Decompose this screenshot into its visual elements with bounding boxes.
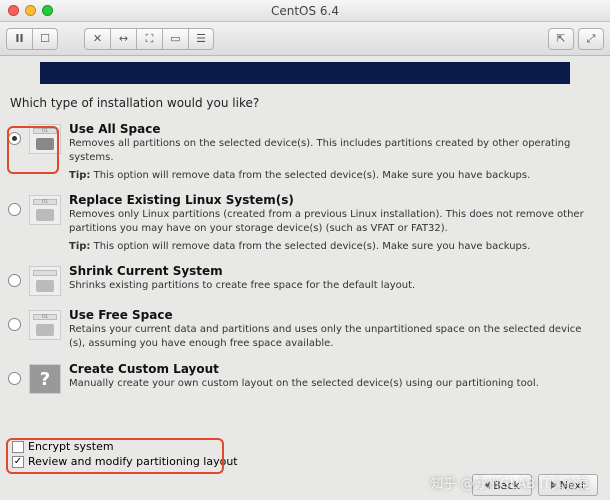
radio-use-all-space[interactable]	[8, 132, 21, 145]
option-shrink-system[interactable]: Shrink Current System Shrinks existing p…	[6, 260, 600, 304]
window-title: CentOS 6.4	[0, 4, 610, 18]
radio-shrink-system[interactable]	[8, 274, 21, 287]
expand-icon[interactable]: ⤢	[578, 28, 604, 50]
option-use-all-space[interactable]: 01 Use All Space Removes all partitions …	[6, 118, 600, 189]
fullscreen-icon[interactable]: ⛶	[136, 28, 162, 50]
option-use-free-space[interactable]: 01 Use Free Space Retains your current d…	[6, 304, 600, 358]
option-tip: Tip: This option will remove data from t…	[69, 241, 598, 252]
replace-linux-icon: 01	[29, 195, 61, 225]
option-desc: Shrinks existing partitions to create fr…	[69, 279, 598, 293]
installer-banner	[40, 62, 570, 84]
option-title: Use All Space	[69, 122, 598, 136]
checkbox-label: Encrypt system	[28, 440, 114, 453]
encrypt-system-checkbox[interactable]: Encrypt system	[12, 440, 598, 453]
install-options-list: 01 Use All Space Removes all partitions …	[0, 118, 610, 402]
custom-layout-icon: ?	[29, 364, 61, 394]
option-title: Replace Existing Linux System(s)	[69, 193, 598, 207]
devices-icon[interactable]: ☰	[188, 28, 214, 50]
back-button[interactable]: Back	[472, 474, 532, 496]
radio-use-free-space[interactable]	[8, 318, 21, 331]
vm-toolbar: II ☐ ✕ ↔ ⛶ ▭ ☰ ⇱ ⤢	[0, 22, 610, 56]
arrow-left-icon	[484, 481, 490, 489]
radio-custom-layout[interactable]	[8, 372, 21, 385]
share-icon[interactable]: ⇱	[548, 28, 574, 50]
unity-icon[interactable]: ▭	[162, 28, 188, 50]
use-free-space-icon: 01	[29, 310, 61, 340]
checkbox-icon[interactable]	[12, 441, 24, 453]
checkbox-label: Review and modify partitioning layout	[28, 455, 238, 468]
option-tip: Tip: This option will remove data from t…	[69, 170, 598, 181]
resize-horizontal-icon[interactable]: ↔	[110, 28, 136, 50]
option-desc: Removes all partitions on the selected d…	[69, 137, 598, 164]
settings-icon[interactable]: ✕	[84, 28, 110, 50]
option-title: Use Free Space	[69, 308, 598, 322]
option-desc: Retains your current data and partitions…	[69, 323, 598, 350]
option-title: Shrink Current System	[69, 264, 598, 278]
arrow-right-icon	[551, 481, 557, 489]
snapshot-button[interactable]: ☐	[32, 28, 58, 50]
option-desc: Manually create your own custom layout o…	[69, 377, 598, 391]
option-replace-linux[interactable]: 01 Replace Existing Linux System(s) Remo…	[6, 189, 600, 260]
shrink-system-icon	[29, 266, 61, 296]
installation-prompt: Which type of installation would you lik…	[0, 90, 610, 118]
radio-replace-linux[interactable]	[8, 203, 21, 216]
option-desc: Removes only Linux partitions (created f…	[69, 208, 598, 235]
use-all-space-icon: 01	[29, 124, 61, 154]
checkbox-icon[interactable]: ✓	[12, 456, 24, 468]
option-custom-layout[interactable]: ? Create Custom Layout Manually create y…	[6, 358, 600, 402]
window-titlebar: CentOS 6.4	[0, 0, 610, 22]
review-partitioning-checkbox[interactable]: ✓ Review and modify partitioning layout	[12, 455, 598, 468]
pause-button[interactable]: II	[6, 28, 32, 50]
bottom-checkboxes: Encrypt system ✓ Review and modify parti…	[8, 436, 602, 472]
option-title: Create Custom Layout	[69, 362, 598, 376]
next-button[interactable]: Next	[538, 474, 598, 496]
